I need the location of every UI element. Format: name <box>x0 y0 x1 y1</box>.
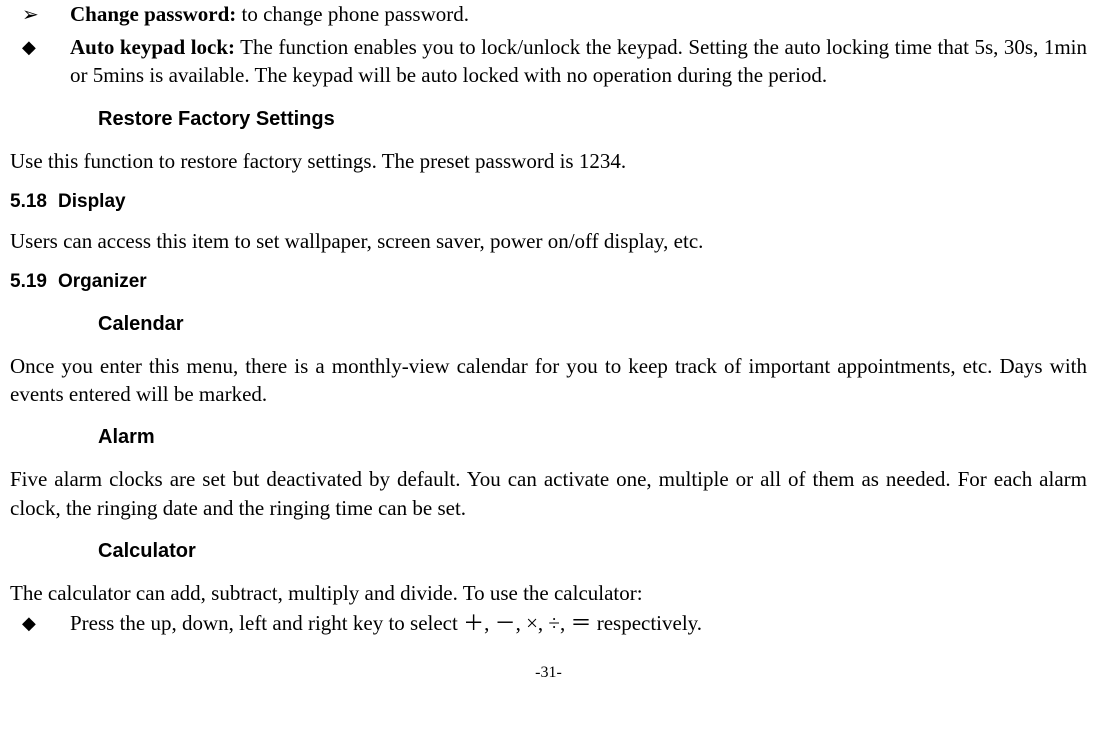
item-desc: to change phone password. <box>236 2 469 26</box>
item-text: Change password: to change phone passwor… <box>70 0 1087 29</box>
arrow-icon: ➢ <box>10 0 70 29</box>
section-number: 5.19 <box>10 269 58 295</box>
heading-alarm: Alarm <box>10 424 1087 451</box>
heading-calendar: Calendar <box>10 311 1087 338</box>
page-number: -31- <box>10 662 1087 684</box>
item-title: Change password: <box>70 2 236 26</box>
item-title: Auto keypad lock: <box>70 35 235 59</box>
section-title: Organizer <box>58 269 147 295</box>
section-title: Display <box>58 189 126 215</box>
heading-organizer: 5.19 Organizer <box>10 269 1087 295</box>
heading-restore: Restore Factory Settings <box>10 106 1087 133</box>
text-alarm: Five alarm clocks are set but deactivate… <box>10 465 1087 522</box>
text-calendar: Once you enter this menu, there is a mon… <box>10 352 1087 409</box>
section-number: 5.18 <box>10 189 58 215</box>
item-text: Press the up, down, left and right key t… <box>70 609 1087 637</box>
list-item: ◆ Press the up, down, left and right key… <box>10 609 1087 637</box>
diamond-icon: ◆ <box>10 33 70 90</box>
list-item: ◆ Auto keypad lock: The function enables… <box>10 33 1087 90</box>
text-calculator-intro: The calculator can add, subtract, multip… <box>10 579 1087 607</box>
text-restore: Use this function to restore factory set… <box>10 147 1087 175</box>
list-item: ➢ Change password: to change phone passw… <box>10 0 1087 29</box>
heading-calculator: Calculator <box>10 538 1087 565</box>
item-text: Auto keypad lock: The function enables y… <box>70 33 1087 90</box>
text-display: Users can access this item to set wallpa… <box>10 227 1087 255</box>
heading-display: 5.18 Display <box>10 189 1087 215</box>
diamond-icon: ◆ <box>10 609 70 637</box>
